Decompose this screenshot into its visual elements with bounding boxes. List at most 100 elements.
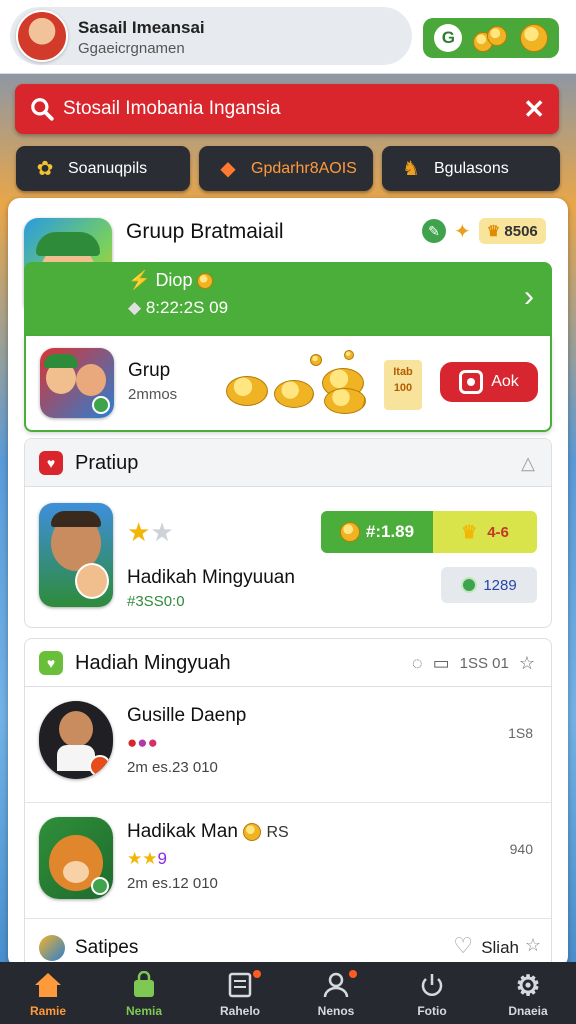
avatar[interactable] [16, 10, 68, 62]
gems-icon: ●●● [127, 733, 158, 752]
notification-dot [349, 970, 357, 978]
puzzle-icon: ✿ [36, 158, 54, 180]
nav-label: Dnaeia [508, 1004, 548, 1018]
close-icon[interactable]: ✕ [523, 94, 545, 125]
profile-name: Sasail Imeansai [78, 18, 205, 37]
power-icon [387, 970, 477, 1000]
heart-icon: ♥ [39, 651, 63, 675]
grup-title: Grup [128, 360, 171, 381]
pratiup-section: ♥ Pratiup △ ★★ #:1.89 ♛ 4-6 Hadikah Ming… [24, 438, 552, 628]
nav-shop[interactable]: Nemia [99, 970, 189, 1018]
grup-subtitle: 2mmos [128, 386, 178, 403]
chat-icon[interactable]: ◌ [412, 653, 423, 674]
bag-icon [99, 970, 189, 1000]
g-badge-icon[interactable]: G [434, 24, 463, 52]
document-icon [195, 970, 285, 1000]
prize-card: Itab 100 [384, 360, 422, 410]
nav-nenos[interactable]: Nenos [291, 970, 381, 1018]
weekly-actions: ◌ ▭ 1SS 01 ☆ [412, 653, 535, 674]
coins-pile-icon [226, 348, 386, 418]
join-button[interactable]: Aok [440, 362, 538, 402]
pratiup-body: ★★ #:1.89 ♛ 4-6 Hadikah Mingyuuan #3SS0:… [25, 487, 551, 627]
satipes-right[interactable]: Sliah [481, 938, 519, 958]
stat-yellow: ♛ 4-6 [433, 511, 537, 553]
nav-rahelo[interactable]: Rahelo [195, 970, 285, 1018]
drop-time: ◆ 8:22:2S 09 [128, 298, 229, 317]
user-icon [291, 970, 381, 1000]
person-name: Hadikah Mingyuuan [127, 567, 295, 588]
gear-icon: ⚙ [515, 969, 541, 1001]
tag-icon: ◆ [220, 158, 236, 180]
search-text: Stosail Imobania Ingansia [63, 98, 281, 119]
compass-icon [39, 935, 65, 961]
list-item[interactable]: Hadikak Man RS ★★9 2m es.12 010 940 [25, 803, 551, 919]
bell-icon[interactable]: △ [521, 453, 535, 474]
item-avatar[interactable] [39, 817, 113, 899]
heart-icon: ♥ [39, 451, 63, 475]
weekly-header: ♥ Hadiah Mingyuah ◌ ▭ 1SS 01 ☆ [25, 639, 551, 687]
stat-pair[interactable]: #:1.89 ♛ 4-6 [321, 511, 537, 553]
drop-label: ⚡ Diop [128, 270, 214, 291]
item-avatar[interactable] [39, 701, 113, 779]
nav-home[interactable]: Ramie [3, 970, 93, 1018]
share-icon[interactable]: ☆ [525, 935, 541, 956]
search-banner[interactable]: Stosail Imobania Ingansia ✕ [15, 84, 559, 134]
item-meta: ★★9 [127, 849, 167, 868]
item-value: 1S8 [508, 725, 533, 741]
drop-banner[interactable]: ⚡ Diop ◆ 8:22:2S 09 › [24, 262, 552, 336]
nav-label: Nemia [125, 1004, 163, 1018]
group-avatar-icon[interactable] [40, 348, 114, 418]
trophy-icon: ♛ [486, 223, 501, 240]
list-item[interactable]: Gusille Daenp ●●● 2m es.23 010 1S8 [25, 687, 551, 803]
home-icon [3, 970, 93, 1000]
nav-label: Fotio [417, 1004, 447, 1018]
nav-label: Ramie [29, 1004, 67, 1018]
heart-outline-icon[interactable]: ♡ [453, 933, 473, 959]
share-icon[interactable]: ☆ [519, 653, 535, 674]
wallet-buttons[interactable]: G [423, 18, 559, 58]
chip-gpdarhr[interactable]: ◆ Gpdarhr8AOIS [199, 146, 373, 191]
coins-icon[interactable] [472, 24, 509, 52]
gold-coin-icon[interactable] [519, 24, 548, 52]
group-badges: ✎ ✦ ♛ 8506 [422, 218, 546, 244]
chip-label: Bgulasons [434, 159, 509, 177]
chip-label: Soanuqpils [68, 159, 148, 177]
stat-green: #:1.89 [321, 511, 433, 553]
leaf-icon: ✎ [422, 219, 446, 243]
score-value: 8506 [504, 223, 538, 240]
stat-grey[interactable]: 1289 [441, 567, 537, 603]
nav-settings[interactable]: ⚙ Dnaeia [483, 969, 573, 1019]
message-icon[interactable]: ▭ [433, 653, 450, 674]
gift-icon: ✦ [454, 220, 471, 243]
score-badge: ♛ 8506 [478, 218, 546, 244]
camera-icon [459, 370, 484, 394]
nav-fotio[interactable]: Fotio [387, 970, 477, 1018]
nav-label: Rahelo [219, 1004, 260, 1018]
chip-bgulasons[interactable]: ♞ Bgulasons [382, 146, 560, 191]
coin-icon [243, 822, 262, 841]
notification-dot [253, 970, 261, 978]
coin-icon [197, 273, 214, 290]
chip-soanuqpils[interactable]: ✿ Soanuqpils [16, 146, 190, 191]
group-title: Gruup Bratmaiail [126, 220, 284, 243]
weekly-count: 1SS 01 [459, 655, 509, 672]
star-filled-icon: ★★ [127, 849, 158, 868]
profile-pill[interactable]: Sasail Imeansai Ggaeicrgnamen [10, 7, 412, 65]
diamond-icon: ◆ [128, 298, 142, 317]
group-row[interactable]: Grup 2mmos Itab 100 Aok [24, 336, 552, 432]
join-button-label: Aok [491, 373, 519, 390]
person-avatar[interactable] [39, 503, 113, 607]
item-time: 2m es.12 010 [127, 875, 218, 892]
rating-stars: ★★ [127, 517, 174, 548]
green-dot-icon [461, 577, 478, 593]
crown-icon: ♛ [461, 521, 478, 542]
item-title: Gusille Daenp [127, 705, 247, 726]
star-filled-icon: ★ [127, 517, 151, 547]
chevron-right-icon[interactable]: › [524, 280, 534, 314]
lightning-icon: ⚡ [128, 270, 151, 290]
pratiup-title: Pratiup [75, 452, 139, 474]
bottom-nav: Ramie Nemia Rahelo Nenos Fotio ⚙ Dnaeia [0, 962, 576, 1024]
satipes-row[interactable]: Satipes ♡ Sliah ☆ [25, 921, 551, 968]
coin-icon [339, 522, 360, 542]
top-bar: Sasail Imeansai Ggaeicrgnamen G [0, 0, 576, 74]
